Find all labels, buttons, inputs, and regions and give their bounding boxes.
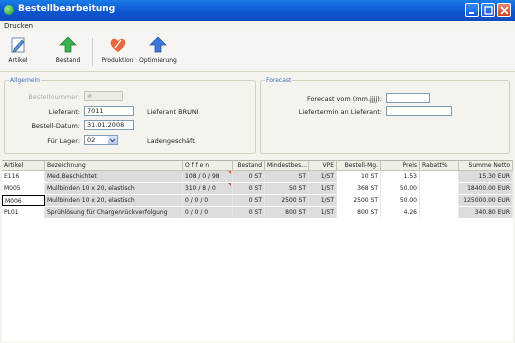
- order-table: Artikel Bezeichnung O f f e n Bestand Mi…: [2, 160, 513, 342]
- menu-bar: Drucken: [0, 21, 515, 32]
- cell-rabatt[interactable]: [420, 183, 459, 194]
- cell-bestell-menge[interactable]: 2500 ST: [337, 195, 381, 206]
- app-icon: [4, 5, 14, 15]
- cell-bestell-menge[interactable]: 10 ST: [337, 171, 381, 182]
- cell-offen: 108 / 0 / 98: [183, 171, 233, 182]
- comment-marker-icon: [228, 171, 231, 174]
- col-vpe[interactable]: VPE: [309, 161, 337, 170]
- table-row[interactable]: PL01 Sprühlösung für Chargenrückverfolgu…: [2, 207, 513, 219]
- allgemein-title: Allgemein: [9, 77, 41, 84]
- col-rabatt[interactable]: Rabatt%: [420, 161, 459, 170]
- cell-offen: 0 / 0 / 0: [183, 195, 233, 206]
- lieferant-field[interactable]: 7011: [84, 106, 134, 116]
- col-artikel[interactable]: Artikel: [2, 161, 45, 170]
- cell-offen: 0 / 0 / 0: [183, 207, 233, 218]
- cell-mindestbestand: 2500 ST: [265, 195, 309, 206]
- bestellnummer-label: Bestellnummer:: [28, 93, 80, 101]
- cell-offen: 310 / 8 / 0: [183, 183, 233, 194]
- toolbar: Artikel Bestand Produktion Optimierung: [0, 32, 515, 72]
- lager-select-value: 02: [87, 136, 96, 144]
- cell-rabatt[interactable]: [420, 207, 459, 218]
- cell-offen-text: 108 / 0 / 98: [185, 173, 220, 180]
- cell-mindestbestand: ST: [265, 171, 309, 182]
- table-row[interactable]: E116 Med.Beschichtet 108 / 0 / 98 0 ST S…: [2, 171, 513, 183]
- cell-bestand: 0 ST: [233, 183, 265, 194]
- cell-artikel[interactable]: M005: [2, 183, 45, 194]
- cell-artikel-selected[interactable]: M006: [2, 195, 45, 206]
- col-summe-netto[interactable]: Summe Netto: [459, 161, 513, 170]
- bestellnummer-field: #: [84, 91, 123, 101]
- cell-vpe: 1/ST: [309, 207, 337, 218]
- comment-marker-icon: [228, 183, 231, 186]
- produktion-button[interactable]: Produktion: [101, 35, 134, 69]
- cell-preis[interactable]: 1.53: [381, 171, 420, 182]
- cell-bestell-menge[interactable]: 368 ST: [337, 183, 381, 194]
- forecast-vom-label: Forecast vom (mm.jjjj):: [306, 95, 382, 103]
- heart-icon: [110, 38, 125, 52]
- cell-bezeichnung: Mullbinden 10 x 20, elastisch: [45, 183, 183, 194]
- cell-vpe: 1/ST: [309, 183, 337, 194]
- cell-vpe: 1/ST: [309, 195, 337, 206]
- col-mindestbestand[interactable]: Mindestbes...: [265, 161, 309, 170]
- artikel-button[interactable]: Artikel: [5, 35, 31, 69]
- bestell-datum-field[interactable]: 31.01.2008: [84, 120, 134, 130]
- title-bar: Bestellbearbeitung: [0, 0, 515, 21]
- cell-offen-text: 310 / 8 / 0: [185, 185, 216, 192]
- cell-bestand: 0 ST: [233, 195, 265, 206]
- col-bezeichnung[interactable]: Bezeichnung: [45, 161, 183, 170]
- lager-name: Ladengeschäft: [147, 137, 195, 145]
- menu-drucken[interactable]: Drucken: [4, 22, 33, 30]
- cell-bestell-menge[interactable]: 800 ST: [337, 207, 381, 218]
- cell-summe-netto: 125000.00 EUR: [459, 195, 513, 206]
- cell-bestand: 0 ST: [233, 207, 265, 218]
- cell-artikel[interactable]: PL01: [2, 207, 45, 218]
- cell-artikel[interactable]: E116: [2, 171, 45, 182]
- liefertermin-label: Liefertermin an Lieferant:: [298, 108, 382, 116]
- cell-preis[interactable]: 50.00: [381, 183, 420, 194]
- fuer-lager-label: Für Lager:: [47, 137, 80, 145]
- optimierung-button[interactable]: Optimierung: [139, 35, 177, 69]
- forecast-group: Forecast: [260, 77, 510, 154]
- table-row[interactable]: M005 Mullbinden 10 x 20, elastisch 310 /…: [2, 183, 513, 195]
- cell-preis[interactable]: 50.00: [381, 195, 420, 206]
- col-bestell-menge[interactable]: Bestell-Mg.: [337, 161, 381, 170]
- bestell-datum-label: Bestell-Datum:: [31, 122, 80, 130]
- cell-rabatt[interactable]: [420, 195, 459, 206]
- bestand-button[interactable]: Bestand: [54, 35, 82, 69]
- table-header: Artikel Bezeichnung O f f e n Bestand Mi…: [2, 161, 513, 171]
- lager-select[interactable]: 02: [84, 135, 118, 145]
- cell-bestand: 0 ST: [233, 171, 265, 182]
- cell-mindestbestand: 800 ST: [265, 207, 309, 218]
- lieferant-name: Lieferant BRUNI: [147, 108, 199, 116]
- table-row[interactable]: M006 Mullbinden 10 x 20, elastisch 0 / 0…: [2, 195, 513, 207]
- col-preis[interactable]: Preis: [381, 161, 420, 170]
- liefertermin-field[interactable]: [386, 106, 452, 116]
- window-title: Bestellbearbeitung: [18, 4, 116, 14]
- application-window: Bestellbearbeitung Drucken Artikel Besta…: [0, 0, 515, 343]
- cell-summe-netto: 15.30 EUR: [459, 171, 513, 182]
- cell-bezeichnung: Sprühlösung für Chargenrückverfolgung: [45, 207, 183, 218]
- cell-bezeichnung: Med.Beschichtet: [45, 171, 183, 182]
- cell-summe-netto: 18400.00 EUR: [459, 183, 513, 194]
- cell-vpe: 1/ST: [309, 171, 337, 182]
- chevron-down-icon[interactable]: [108, 136, 117, 144]
- cell-rabatt[interactable]: [420, 171, 459, 182]
- pencil-icon: [11, 37, 25, 53]
- green-up-arrow-icon: [59, 36, 77, 53]
- forecast-vom-field[interactable]: [386, 93, 430, 103]
- cell-preis[interactable]: 4.26: [381, 207, 420, 218]
- cell-bezeichnung: Mullbinden 10 x 20, elastisch: [45, 195, 183, 206]
- col-offen[interactable]: O f f e n: [183, 161, 233, 170]
- toolbar-separator: [92, 38, 93, 66]
- blue-up-arrow-icon: [149, 36, 167, 53]
- close-button[interactable]: [497, 3, 511, 17]
- forecast-title: Forecast: [265, 77, 293, 84]
- lieferant-label: Lieferant:: [48, 108, 80, 116]
- cell-summe-netto: 340.80 EUR: [459, 207, 513, 218]
- minimize-button[interactable]: [465, 3, 479, 17]
- cell-mindestbestand: 50 ST: [265, 183, 309, 194]
- maximize-button[interactable]: [481, 3, 495, 17]
- col-bestand[interactable]: Bestand: [233, 161, 265, 170]
